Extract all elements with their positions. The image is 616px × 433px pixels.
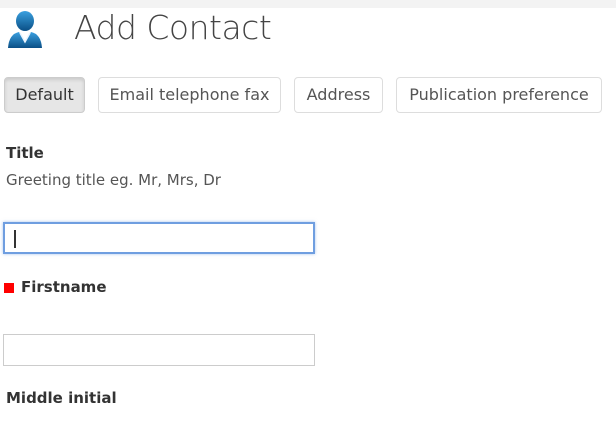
top-bar: [0, 0, 616, 8]
firstname-input[interactable]: [3, 334, 315, 366]
tab-publication-preference[interactable]: Publication preference: [396, 77, 602, 113]
text-caret: [14, 230, 16, 248]
tab-default[interactable]: Default: [4, 77, 85, 113]
tab-email-telephone-fax[interactable]: Email telephone fax: [98, 77, 281, 113]
page-title: Add Contact: [74, 8, 272, 47]
firstname-label: Firstname: [21, 278, 107, 296]
contact-person-icon: [8, 11, 42, 48]
title-help-text: Greeting title eg. Mr, Mrs, Dr: [6, 171, 221, 189]
tab-address[interactable]: Address: [294, 77, 383, 113]
title-label: Title: [6, 144, 44, 162]
title-input[interactable]: [3, 222, 315, 254]
required-marker: [4, 283, 14, 293]
middle-initial-label: Middle initial: [6, 389, 117, 407]
